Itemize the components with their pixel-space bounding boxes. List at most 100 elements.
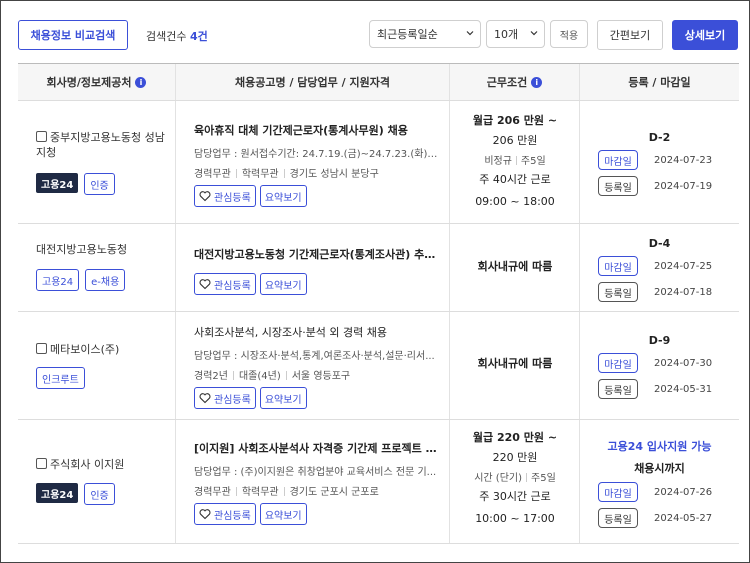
dates-cell: D-2 마감일 2024-07-23 등록일 2024-07-19 (580, 101, 739, 223)
work-hours: 주 30시간 근로 (479, 490, 551, 503)
register-date: 2024-07-19 (654, 180, 713, 192)
search-toolbar: 채용정보 비교검색 검색건수 4건 최근등록일순 10개 적용 간편보기 상세보… (1, 1, 749, 63)
work-hours: 주 40시간 근로 (479, 173, 551, 186)
register-date: 2024-05-31 (654, 383, 713, 395)
job-duty: 담당업무 : 시장조사·분석,통계,여론조사·분석,설문·리서... (194, 351, 435, 362)
interest-button[interactable]: 관심등록 (194, 387, 256, 409)
interest-button[interactable]: 관심등록 (194, 185, 256, 207)
source-tags: 인크루트 (36, 367, 85, 389)
register-label: 등록일 (598, 176, 638, 196)
company-name[interactable]: 중부지방고용노동청 성남지청 (36, 130, 166, 160)
job-title-link[interactable]: 대전지방고용노동청 기간제근로자(통계조사관) 추가... (194, 246, 439, 261)
dday-badge: D-2 (648, 131, 671, 144)
company-cell: 메타보이스(주) 인크루트 (18, 312, 176, 419)
company-name[interactable]: 대전지방고용노동청 (36, 242, 166, 257)
source-tags: 고용24 e-채용 (36, 269, 126, 291)
register-date: 2024-05-27 (654, 512, 713, 524)
info-icon[interactable]: i (135, 76, 147, 88)
select-checkbox[interactable] (36, 343, 47, 354)
register-label: 등록일 (598, 379, 638, 399)
register-label: 등록일 (598, 282, 638, 302)
job-cell: [이지원] 사회조사분석사 자격증 기간제 프로젝트 사... 담당업무 : (… (176, 420, 450, 543)
dates-cell: D-9 마감일 2024-07-30 등록일 2024-05-31 (580, 312, 739, 419)
heart-icon (199, 191, 211, 202)
job-cell: 사회조사분석, 시장조사·분석 외 경력 채용 담당업무 : 시장조사·분석,통… (176, 312, 450, 419)
deadline-date: 2024-07-23 (654, 154, 713, 166)
company-name[interactable]: 메타보이스(주) (36, 342, 166, 357)
compare-search-button[interactable]: 채용정보 비교검색 (18, 20, 128, 50)
heart-icon (199, 279, 211, 290)
company-name[interactable]: 주식회사 이지원 (36, 457, 166, 472)
dday-badge: D-4 (648, 237, 671, 250)
select-checkbox[interactable] (36, 131, 47, 142)
source-tag: 고용24 (36, 173, 79, 193)
source-tag: e-채용 (85, 269, 126, 291)
table-row: 메타보이스(주) 인크루트 사회조사분석, 시장조사·분석 외 경력 채용 담당… (18, 312, 739, 420)
result-count: 검색건수 4건 (146, 30, 208, 43)
source-tags: 고용24 인증 (36, 483, 115, 505)
job-cell: 대전지방고용노동청 기간제근로자(통계조사관) 추가... 관심등록 요약보기 (176, 224, 450, 311)
simple-view-button[interactable]: 간편보기 (597, 20, 663, 50)
page-size-select[interactable]: 10개 (486, 20, 545, 48)
column-header-job: 채용공고명 / 담당업무 / 지원자격 (176, 64, 450, 100)
job-requirements: 경력무관 학력무관 경기도 성남시 분당구 (194, 169, 379, 180)
summary-button[interactable]: 요약보기 (259, 387, 307, 409)
table-row: 대전지방고용노동청 고용24 e-채용 대전지방고용노동청 기간제근로자(통계조… (18, 224, 739, 312)
company-cell: 주식회사 이지원 고용24 인증 (18, 420, 176, 543)
column-header-dates: 등록 / 마감일 (628, 76, 691, 89)
apply-button[interactable]: 적용 (550, 20, 588, 48)
job-duty: 담당업무 : 원서접수기간: 24.7.19.(금)~24.7.23.(화) 1… (194, 149, 439, 160)
condition-cell: 월급 220 만원 ~ 220 만원 시간 (단기) 주5일 주 30시간 근로 … (450, 420, 580, 543)
heart-icon (199, 393, 211, 404)
deadline-label: 마감일 (598, 256, 638, 276)
source-tag: 고용24 (36, 269, 80, 291)
summary-button[interactable]: 요약보기 (259, 503, 307, 525)
summary-button[interactable]: 요약보기 (259, 185, 307, 207)
register-label: 등록일 (598, 508, 638, 528)
source-tag: 인증 (84, 483, 115, 505)
job-title-link[interactable]: 사회조사분석, 시장조사·분석 외 경력 채용 (194, 324, 439, 339)
deadline-date: 2024-07-30 (654, 357, 713, 369)
select-checkbox[interactable] (36, 458, 47, 469)
deadline-label: 마감일 (598, 353, 638, 373)
source-tags: 고용24 인증 (36, 173, 115, 195)
job-title-link[interactable]: 육아휴직 대체 기간제근로자(통계사무원) 채용 (194, 122, 439, 137)
column-header-condition: 근무조건 i (450, 64, 580, 100)
table-row: 중부지방고용노동청 성남지청 고용24 인증 육아휴직 대체 기간제근로자(통계… (18, 101, 739, 224)
summary-button[interactable]: 요약보기 (259, 273, 307, 295)
info-icon[interactable]: i (531, 76, 543, 88)
company-cell: 중부지방고용노동청 성남지청 고용24 인증 (18, 101, 176, 223)
employment-type: 시간 (단기) 주5일 (474, 473, 556, 484)
deadline-date: 2024-07-25 (654, 260, 713, 272)
work-time: 09:00 ~ 18:00 (475, 195, 555, 208)
detail-view-button[interactable]: 상세보기 (672, 20, 738, 50)
job-table: 회사명/정보제공처 i 채용공고명 / 담당업무 / 지원자격 근무조건 i 등록 … (18, 63, 739, 544)
apply-available-link[interactable]: 고용24 입사지원 가능 (580, 438, 739, 454)
work-condition: 회사내규에 따름 (477, 357, 553, 370)
deadline-note: 채용시까지 (634, 462, 685, 475)
job-requirements: 경력2년 대졸(4년) 서울 영등포구 (194, 371, 351, 382)
chevron-down-icon (466, 31, 474, 36)
table-header: 회사명/정보제공처 i 채용공고명 / 담당업무 / 지원자격 근무조건 i 등록 … (18, 63, 739, 101)
company-cell: 대전지방고용노동청 고용24 e-채용 (18, 224, 176, 311)
source-tag: 고용24 (36, 483, 79, 503)
job-requirements: 경력무관 학력무관 경기도 군포시 군포로 (194, 487, 379, 498)
salary: 월급 206 만원 ~ (472, 114, 558, 127)
sort-select[interactable]: 최근등록일순 (369, 20, 481, 48)
condition-cell: 월급 206 만원 ~ 206 만원 비정규 주5일 주 40시간 근로 09:0… (450, 101, 580, 223)
interest-button[interactable]: 관심등록 (194, 503, 256, 525)
employment-type: 비정규 주5일 (484, 156, 546, 167)
register-date: 2024-07-18 (654, 286, 713, 298)
work-condition: 회사내규에 따름 (477, 260, 553, 273)
interest-button[interactable]: 관심등록 (194, 273, 256, 295)
table-row: 주식회사 이지원 고용24 인증 [이지원] 사회조사분석사 자격증 기간제 프… (18, 420, 739, 544)
job-title-link[interactable]: [이지원] 사회조사분석사 자격증 기간제 프로젝트 사... (194, 440, 439, 455)
salary: 206 만원 (492, 134, 538, 147)
chevron-down-icon (530, 31, 538, 36)
page-frame: 채용정보 비교검색 검색건수 4건 최근등록일순 10개 적용 간편보기 상세보… (0, 0, 750, 563)
deadline-label: 마감일 (598, 482, 638, 502)
dday-badge: D-9 (648, 334, 671, 347)
job-cell: 육아휴직 대체 기간제근로자(통계사무원) 채용 담당업무 : 원서접수기간: … (176, 101, 450, 223)
condition-cell: 회사내규에 따름 (450, 312, 580, 419)
heart-icon (199, 509, 211, 520)
